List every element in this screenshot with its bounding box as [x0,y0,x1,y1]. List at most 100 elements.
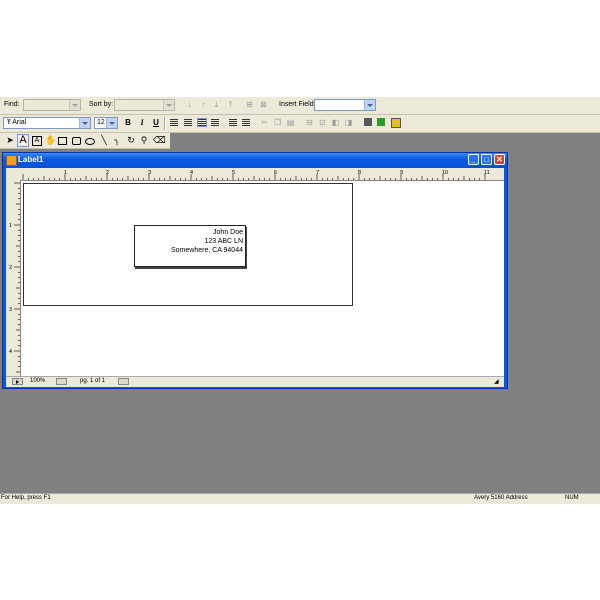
address-label[interactable]: John Doe 123 ABC LN Somewhere, CA 94044 [134,225,246,267]
label-type: Avery 5160 Address [474,495,528,501]
ruler-label: 4 [9,349,12,355]
ruler-label: 1 [9,223,12,229]
label-line-street[interactable]: 123 ABC LN [135,237,243,246]
ruler-label: 9 [400,170,403,176]
cut-icon[interactable]: ✂ [260,118,269,128]
find-sort-toolbar: Find: Sort by: ↓ ↑ ⤓ ⤒ ⊞ ⊠ Insert Field: [0,97,600,115]
vertical-ruler: 1 2 3 4 [6,180,21,376]
font-name-combo[interactable]: T Arial [3,117,91,129]
bold-button[interactable]: B [123,118,133,128]
label-line-name[interactable]: John Doe [135,228,243,237]
chevron-down-icon[interactable] [106,118,117,128]
minimize-button[interactable]: _ [468,154,479,165]
ruler-label: 3 [9,307,12,313]
pointer-tool-icon[interactable]: ➤ [5,135,15,146]
truetype-icon: T [7,120,11,126]
line-tool-icon[interactable]: ╲ [99,135,109,146]
chevron-down-icon[interactable] [163,100,174,110]
send-backward-icon[interactable]: ◨ [344,118,353,128]
window-titlebar[interactable]: Label1 _ □ ✕ [3,153,507,168]
page-indicator: pg. 1 of 1 [80,378,106,384]
formatting-toolbar: T Arial 12 B I U ✂ ❐ ▤ ⊟ ⊡ ◧ ◨ [0,115,600,133]
paste-icon[interactable]: ▤ [286,118,295,128]
help-hint: For Help, press F1 [1,495,51,501]
zoom-level: 100% [30,378,46,384]
document-status-bar: 100% pg. 1 of 1 ◢ [6,376,504,387]
num-lock-indicator: NUM [565,495,579,501]
delete-record-icon[interactable]: ⊠ [259,100,268,110]
ruler-label: 5 [232,170,235,176]
database-icon[interactable] [391,118,401,128]
align-objects-center-icon[interactable]: ⊡ [318,118,327,128]
find-combo[interactable] [23,99,81,111]
font-name-value: Arial [12,119,27,126]
maximize-button[interactable]: □ [481,154,492,165]
horizontal-ruler: 1 2 3 4 5 6 7 8 9 10 11 [6,168,504,181]
chevron-down-icon[interactable] [79,118,90,128]
resize-grip-icon[interactable]: ◢ [494,378,499,385]
text-box-tool-icon[interactable]: A [32,136,42,146]
application-status-bar: For Help, press F1 Avery 5160 Address NU… [0,493,600,504]
sort-by-label: Sort by: [89,101,114,108]
label-document-window: Label1 _ □ ✕ 1 2 3 4 5 6 7 8 9 10 11 1234 John Doe… [2,152,508,389]
sort-by-combo[interactable] [114,99,175,111]
rotate-tool-icon[interactable]: ↻ [126,135,136,146]
ruler-label: 2 [9,265,12,271]
bring-forward-icon[interactable]: ◧ [331,118,340,128]
ruler-label: 10 [442,170,448,176]
sort-down-icon[interactable]: ↓ [185,100,194,110]
vertical-ruler-ticks: 1 2 3 4 [9,182,20,373]
align-left-icon[interactable] [170,119,178,126]
move-bottom-icon[interactable]: ⤓ [212,100,221,110]
horizontal-ruler-ticks: 1 2 3 4 5 6 7 8 9 10 11 [22,170,490,180]
underline-button[interactable]: U [151,118,161,128]
picture-icon[interactable] [377,118,385,126]
justify-icon[interactable] [211,119,219,126]
document-client-area: 1 2 3 4 5 6 7 8 9 10 11 1234 John Doe 123 ABC LN S… [6,168,504,387]
play-icon [16,380,19,384]
font-size-combo[interactable]: 12 [94,117,118,129]
label-line-city[interactable]: Somewhere, CA 94044 [135,246,243,255]
insert-field-combo[interactable] [314,99,376,111]
chevron-down-icon[interactable] [364,100,375,110]
rounded-rectangle-tool-icon[interactable] [72,137,81,145]
ellipse-tool-icon[interactable] [85,138,95,145]
insert-record-icon[interactable]: ⊞ [245,100,254,110]
ruler-label: 6 [274,170,277,176]
copy-icon[interactable]: ❐ [273,118,282,128]
previous-page-button[interactable] [56,378,67,385]
find-label: Find: [4,101,20,108]
align-right-icon[interactable] [197,118,207,127]
next-page-button[interactable] [118,378,129,385]
ruler-label: 8 [358,170,361,176]
rectangle-tool-icon[interactable] [58,137,67,145]
italic-button[interactable]: I [137,118,147,128]
ruler-label: 3 [148,170,151,176]
hand-tool-icon[interactable]: ✋ [45,135,56,146]
text-tool-icon[interactable]: A [17,134,29,147]
document-icon [6,155,17,166]
arc-tool-icon[interactable]: ╮ [112,135,122,146]
eraser-tool-icon[interactable]: ⌫ [153,135,166,146]
application-frame: Find: Sort by: ↓ ↑ ⤓ ⤒ ⊞ ⊠ Insert Field:… [0,97,600,504]
align-center-icon[interactable] [184,119,192,126]
insert-field-label: Insert Field: [279,101,316,108]
drawing-toolbar: ➤ A A ✋ ╲ ╮ ↻ ⚲ ⌫ [0,133,170,149]
valign-middle-icon[interactable] [242,119,250,126]
close-button[interactable]: ✕ [494,154,505,165]
window-title: Label1 [18,155,44,164]
zoom-tool-icon[interactable]: ⚲ [139,135,149,146]
play-button[interactable] [12,378,23,385]
ruler-label: 1 [64,170,67,176]
chevron-down-icon[interactable] [69,100,80,110]
valign-top-icon[interactable] [229,119,237,126]
align-objects-left-icon[interactable]: ⊟ [305,118,314,128]
toolbar-separator [164,117,166,130]
label-sheet-page: John Doe 123 ABC LN Somewhere, CA 94044 [23,183,353,306]
barcode-icon[interactable] [364,118,372,126]
ruler-label: 7 [316,170,319,176]
ruler-label: 4 [190,170,193,176]
sort-up-icon[interactable]: ↑ [199,100,208,110]
ruler-label: 2 [106,170,109,176]
move-top-icon[interactable]: ⤒ [226,100,235,110]
